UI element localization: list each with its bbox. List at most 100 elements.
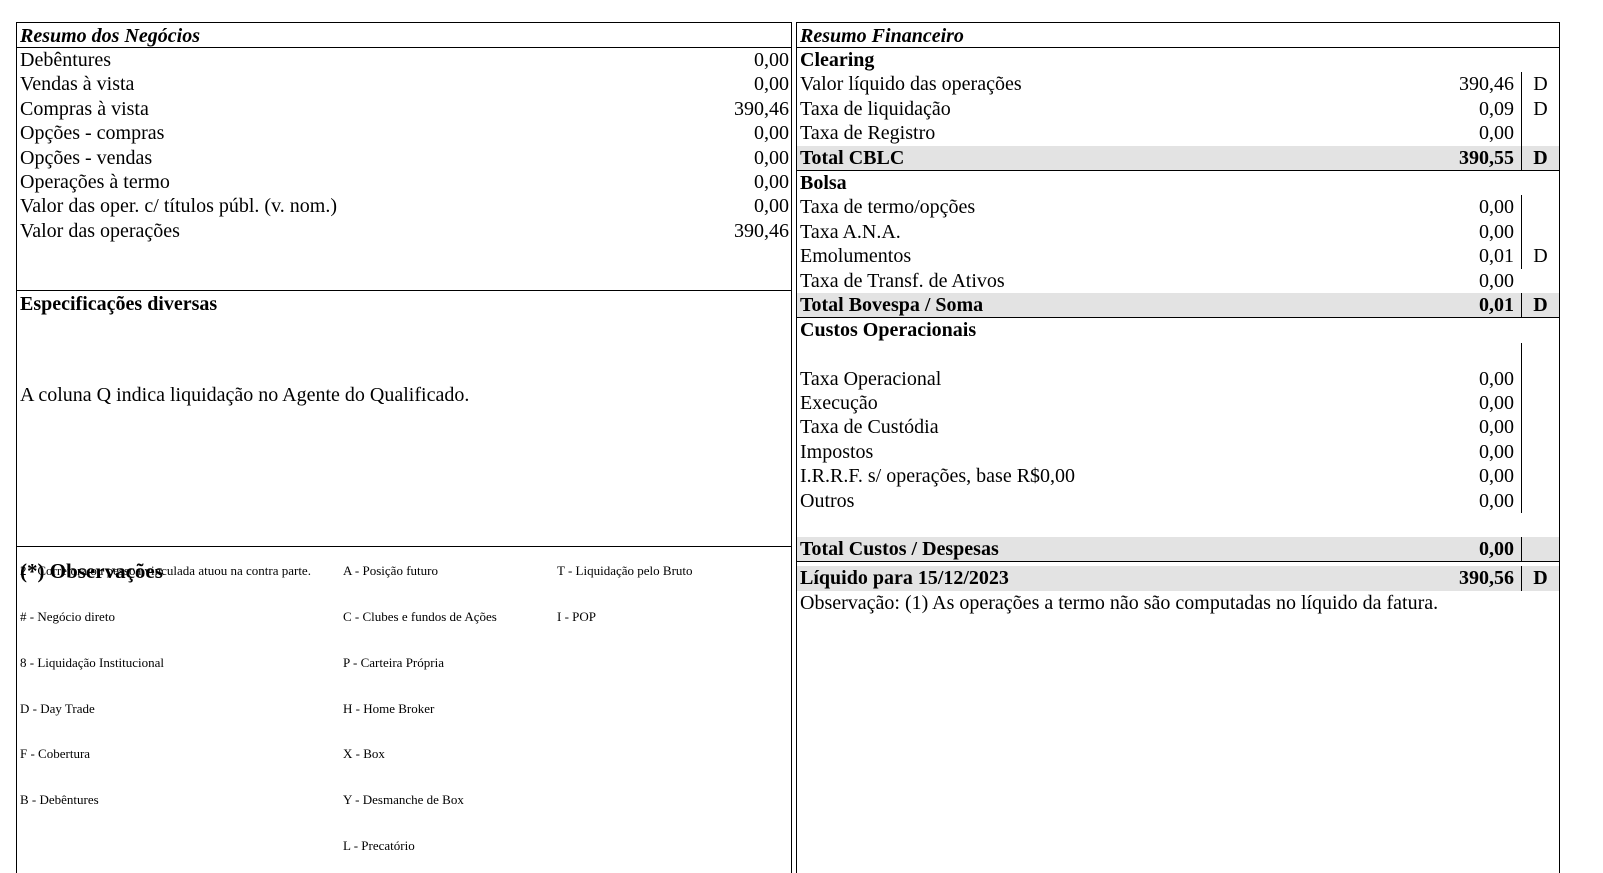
negocios-row-label: Opções - vendas <box>20 146 153 169</box>
observacao-item: 8 - Liquidação Institucional <box>20 655 165 670</box>
custos-row: Taxa Operacional 0,00 <box>797 366 1559 392</box>
observacao-item: F - Cobertura <box>20 746 91 761</box>
negocios-row: Compras à vista 390,46 <box>17 97 791 121</box>
total-cblc-value: 390,55 <box>1459 146 1514 169</box>
bolsa-rows: Taxa de termo/opções 0,00 Taxa A.N.A. 0,00 E… <box>797 195 1559 293</box>
resumo-financeiro-title: Resumo Financeiro <box>797 23 1559 48</box>
bolsa-row-value: 0,01 <box>1479 245 1514 268</box>
negocios-row: Operações à termo 0,00 <box>17 170 791 194</box>
observacao-item: 2 - Corretora ou pessoa vinculada atuou … <box>20 563 311 578</box>
custos-row-value: 0,00 <box>1479 416 1514 439</box>
negocios-row-value: 0,00 <box>754 195 789 218</box>
total-cblc-dc: D <box>1521 145 1559 170</box>
total-cblc-label: Total CBLC <box>800 146 905 169</box>
bolsa-row-label: Emolumentos <box>800 245 912 268</box>
custos-gap-top <box>797 342 1559 367</box>
custos-row-label: I.R.R.F. s/ operações, base R$0,00 <box>800 465 1076 488</box>
bolsa-row: Taxa de termo/opções 0,00 <box>797 195 1559 220</box>
custos-row-dc <box>1521 488 1559 514</box>
negocios-row-label: Opções - compras <box>20 122 165 145</box>
left-panel: Resumo dos Negócios Debêntures 0,00 Vendas… <box>16 22 792 873</box>
especificacoes-note: A coluna Q indica liquidação no Agente d… <box>20 384 470 406</box>
observacao-item: A - Posição futuro <box>343 563 438 578</box>
negocios-row: Valor das oper. c/ títulos públ. (v. nom… <box>17 194 791 218</box>
bolsa-row-label: Taxa de Transf. de Ativos <box>800 269 1005 292</box>
custos-row-label: Taxa Operacional <box>800 367 942 390</box>
liquido-row: Líquido para 15/12/2023 390,56 D <box>797 566 1559 591</box>
custos-gap-bottom <box>797 513 1559 537</box>
custos-rows: Taxa Operacional 0,00 Execução 0,00 Taxa de … <box>797 366 1559 514</box>
resumo-negocios-title: Resumo dos Negócios <box>17 23 791 48</box>
total-bovespa-dc: D <box>1521 292 1559 318</box>
custos-row: I.R.R.F. s/ operações, base R$0,00 0,00 <box>797 464 1559 489</box>
negocios-row-label: Compras à vista <box>20 97 149 120</box>
observacao-item: I - POP <box>557 609 597 624</box>
custos-row: Taxa de Custódia 0,00 <box>797 415 1559 440</box>
custos-row: Impostos 0,00 <box>797 439 1559 465</box>
custos-row-dc <box>1521 366 1559 392</box>
custos-row-value: 0,00 <box>1479 465 1514 488</box>
liquido-total-label: Líquido para 15/12/2023 <box>800 567 1009 590</box>
bolsa-row-label: Taxa A.N.A. <box>800 220 901 243</box>
negocios-row-label: Valor das operações <box>20 219 180 242</box>
custos-row-label: Execução <box>800 392 878 415</box>
custos-row-value: 0,00 <box>1479 489 1514 512</box>
clearing-rows: Valor líquido das operações 390,46 D Taxa d… <box>797 72 1559 146</box>
clearing-row-dc: D <box>1521 96 1559 122</box>
custos-row-label: Taxa de Custódia <box>800 416 939 439</box>
liquido-total-dc: D <box>1521 566 1559 591</box>
observacoes-section: (*) Observações 2 - Corretora ou pessoa … <box>17 547 791 857</box>
bolsa-row-value: 0,00 <box>1479 196 1514 219</box>
observacao-item: C - Clubes e fundos de Ações <box>343 609 497 624</box>
total-custos-value: 0,00 <box>1479 538 1514 561</box>
bolsa-row-dc <box>1521 219 1559 245</box>
right-panel: Resumo Financeiro Clearing Valor líquido… <box>796 22 1560 873</box>
bolsa-total: Total Bovespa / Soma 0,01 D <box>797 292 1559 319</box>
observacao-item: X - Box <box>343 746 385 761</box>
negocios-row-value: 0,00 <box>754 170 789 193</box>
negocios-row: Valor das operações 390,46 <box>17 219 791 243</box>
custos-row-value: 0,00 <box>1479 392 1514 415</box>
bolsa-row-dc <box>1521 269 1559 293</box>
resumo-negocios-section: Resumo dos Negócios Debêntures 0,00 Vendas… <box>17 23 791 291</box>
bolsa-row-value: 0,00 <box>1479 220 1514 243</box>
especificacoes-section: Especificações diversas A coluna Q indic… <box>17 291 791 547</box>
negocios-row: Debêntures 0,00 <box>17 48 791 72</box>
bolsa-row: Taxa A.N.A. 0,00 <box>797 219 1559 245</box>
total-cblc: Total CBLC 390,55 D <box>797 145 1559 170</box>
custos-row-value: 0,00 <box>1479 440 1514 463</box>
clearing-total: Total CBLC 390,55 D <box>797 145 1559 171</box>
negocios-row: Vendas à vista 0,00 <box>17 72 791 96</box>
bolsa-row-dc <box>1521 195 1559 220</box>
clearing-row-label: Taxa de Registro <box>800 122 936 145</box>
custos-row-label: Impostos <box>800 440 874 463</box>
observacao-item: L - Precatório <box>343 838 415 853</box>
bolsa-row-dc: D <box>1521 244 1559 269</box>
clearing-row: Taxa de Registro 0,00 <box>797 121 1559 146</box>
total-bovespa: Total Bovespa / Soma 0,01 D <box>797 292 1559 318</box>
clearing-row-value: 390,46 <box>1459 73 1514 96</box>
observacao-item: B - Debêntures <box>20 792 99 807</box>
total-bovespa-label: Total Bovespa / Soma <box>800 293 984 316</box>
custos-row-value: 0,00 <box>1479 367 1514 390</box>
bolsa-heading: Bolsa <box>800 171 847 194</box>
bolsa-row: Emolumentos 0,01 D <box>797 244 1559 269</box>
negocios-row-value: 0,00 <box>754 73 789 96</box>
negocios-row-value: 0,00 <box>754 146 789 169</box>
bolsa-row: Taxa de Transf. de Ativos 0,00 <box>797 269 1559 293</box>
negocios-row-label: Debêntures <box>20 49 112 71</box>
observacao-item: D - Day Trade <box>20 701 95 716</box>
bolsa-row-label: Taxa de termo/opções <box>800 196 976 219</box>
clearing-row-dc: D <box>1521 72 1559 97</box>
custos-row: Outros 0,00 <box>797 488 1559 514</box>
negocios-row-value: 0,00 <box>754 49 789 71</box>
custos-row-dc <box>1521 415 1559 440</box>
total-custos-dc <box>1521 537 1559 562</box>
custos-row-dc <box>1521 464 1559 489</box>
clearing-row-label: Taxa de liquidação <box>800 97 951 120</box>
total-custos: Total Custos / Despesas 0,00 <box>797 537 1559 562</box>
negocios-row-label: Vendas à vista <box>20 73 135 96</box>
negocios-row-label: Valor das oper. c/ títulos públ. (v. nom… <box>20 195 337 218</box>
clearing-row-label: Valor líquido das operações <box>800 73 1022 96</box>
clearing-row-value: 0,09 <box>1479 97 1514 120</box>
